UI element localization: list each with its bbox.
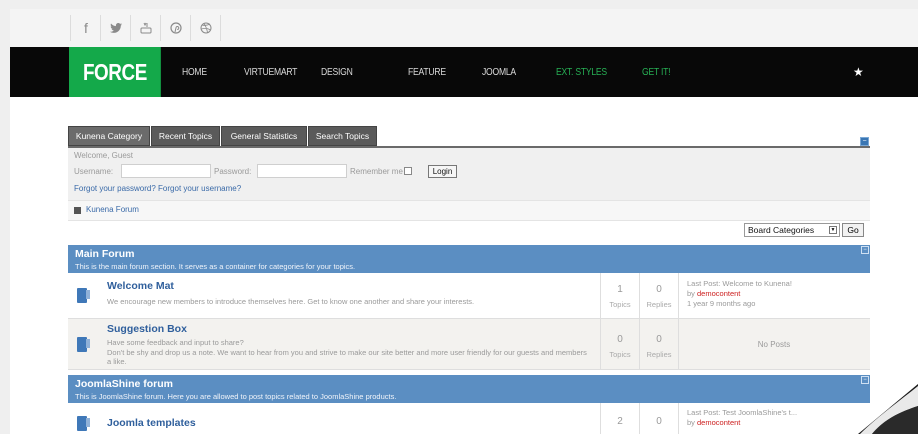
dribbble-icon[interactable] xyxy=(193,9,219,47)
divider xyxy=(600,273,601,318)
topics-label: Topics xyxy=(609,350,631,359)
nav-item-virtuemart[interactable]: VIRTUEMART xyxy=(244,47,297,97)
replies-count: 0 xyxy=(656,416,662,427)
pinterest-icon[interactable] xyxy=(163,9,189,47)
remember-label: Remember me xyxy=(350,167,403,176)
tab-search-topics[interactable]: Search Topics xyxy=(308,126,377,146)
main-navigation: FORCE HOME VIRTUEMART DESIGN FEATURE JOO… xyxy=(10,47,918,97)
post-time: 1 year 9 months ago xyxy=(687,299,756,308)
facebook-icon[interactable]: f xyxy=(73,9,99,47)
divider xyxy=(220,15,221,41)
table-row: Welcome Mat We encourage new members to … xyxy=(68,273,870,319)
section-header: JoomlaShine forum This is JoomlaShine fo… xyxy=(68,375,870,403)
divider xyxy=(130,15,131,41)
topics-label: Topics xyxy=(609,300,631,309)
page-curl xyxy=(858,384,918,434)
category-icon xyxy=(77,337,90,352)
nav-item-design[interactable]: DESIGN xyxy=(321,47,353,97)
home-icon xyxy=(74,207,81,214)
topics-count: 0 xyxy=(617,334,623,345)
divider xyxy=(160,15,161,41)
tab-recent-topics[interactable]: Recent Topics xyxy=(151,126,220,146)
last-post: Last Post: Test JoomlaShine's t... by de… xyxy=(687,408,797,428)
divider xyxy=(100,15,101,41)
topics-count: 2 xyxy=(617,416,623,427)
collapse-icon[interactable]: − xyxy=(860,137,869,146)
screenshot-frame: f FORCE HOME VIRTUEMART DESIGN FEATURE J… xyxy=(0,0,918,434)
section-title[interactable]: Main Forum xyxy=(75,248,135,260)
go-button[interactable]: Go xyxy=(842,223,864,237)
divider xyxy=(639,273,640,318)
site-logo[interactable]: FORCE xyxy=(69,47,161,97)
table-row: Suggestion Box Have some feedback and in… xyxy=(68,319,870,370)
welcome-text: Welcome, Guest xyxy=(74,151,133,160)
star-icon[interactable]: ★ xyxy=(853,47,864,97)
section-title[interactable]: JoomlaShine forum xyxy=(75,378,173,390)
last-post-title[interactable]: Last Post: Welcome to Kunena! xyxy=(687,279,792,288)
nav-item-get-it[interactable]: GET IT! xyxy=(642,47,671,97)
replies-count: 0 xyxy=(656,334,662,345)
no-posts-text: No Posts xyxy=(757,340,791,349)
remember-checkbox[interactable] xyxy=(404,167,412,175)
board-categories-select[interactable]: Board Categories ▼ xyxy=(744,223,840,237)
by-prefix: by xyxy=(687,418,698,427)
replies-label: Replies xyxy=(646,350,672,359)
breadcrumb: Kunena Forum xyxy=(68,200,870,221)
password-input[interactable] xyxy=(257,164,347,178)
topics-count: 1 xyxy=(617,284,623,295)
divider xyxy=(190,15,191,41)
nav-item-joomla[interactable]: JOOMLA xyxy=(482,47,516,97)
author-link[interactable]: democontent xyxy=(697,418,740,427)
category-description: Have some feedback and input to share? D… xyxy=(107,338,587,367)
by-prefix: by xyxy=(687,289,698,298)
select-value: Board Categories xyxy=(748,225,815,235)
category-description: We encourage new members to introduce th… xyxy=(107,297,475,306)
description-line: Have some feedback and input to share? xyxy=(107,338,244,347)
divider xyxy=(678,273,679,318)
username-label: Username: xyxy=(74,167,114,176)
web-page: f FORCE HOME VIRTUEMART DESIGN FEATURE J… xyxy=(10,9,918,434)
tab-kunena-category[interactable]: Kunena Category xyxy=(68,126,150,146)
youtube-icon[interactable] xyxy=(133,9,159,47)
divider xyxy=(70,15,71,41)
password-label: Password: xyxy=(214,167,252,176)
login-panel: Welcome, Guest Username: Password: Remem… xyxy=(68,148,870,207)
breadcrumb-link[interactable]: Kunena Forum xyxy=(86,205,139,214)
category-icon xyxy=(77,416,90,431)
nav-item-feature[interactable]: FEATURE xyxy=(408,47,446,97)
chevron-down-icon: ▼ xyxy=(829,226,837,234)
description-line: Don't be shy and drop us a note. We want… xyxy=(107,347,587,367)
nav-item-home[interactable]: HOME xyxy=(182,47,207,97)
section-description: This is JoomlaShine forum. Here you are … xyxy=(75,392,397,401)
section-header: Main Forum This is the main forum sectio… xyxy=(68,245,870,273)
category-title[interactable]: Welcome Mat xyxy=(107,280,174,292)
last-post-title[interactable]: Last Post: Test JoomlaShine's t... xyxy=(687,408,797,417)
last-post: Last Post: Welcome to Kunena! by democon… xyxy=(687,279,792,309)
social-bar: f xyxy=(10,9,918,48)
section-description: This is the main forum section. It serve… xyxy=(75,262,356,271)
divider xyxy=(678,403,679,434)
author-link[interactable]: democontent xyxy=(697,289,740,298)
replies-label: Replies xyxy=(646,300,672,309)
table-row: Joomla templates 2 0 Last Post: Test Joo… xyxy=(68,403,870,434)
collapse-icon[interactable]: − xyxy=(861,246,869,254)
category-title[interactable]: Joomla templates xyxy=(107,417,196,429)
twitter-icon[interactable] xyxy=(103,9,129,47)
username-input[interactable] xyxy=(121,164,211,178)
category-title[interactable]: Suggestion Box xyxy=(107,323,187,335)
category-icon xyxy=(77,288,90,303)
collapse-icon[interactable]: − xyxy=(861,376,869,384)
replies-count: 0 xyxy=(656,284,662,295)
nav-item-ext-styles[interactable]: EXT. STYLES xyxy=(556,47,607,97)
tab-general-statistics[interactable]: General Statistics xyxy=(221,126,307,146)
forgot-link[interactable]: Forgot your password? Forgot your userna… xyxy=(74,184,241,193)
login-button[interactable]: Login xyxy=(428,165,457,178)
